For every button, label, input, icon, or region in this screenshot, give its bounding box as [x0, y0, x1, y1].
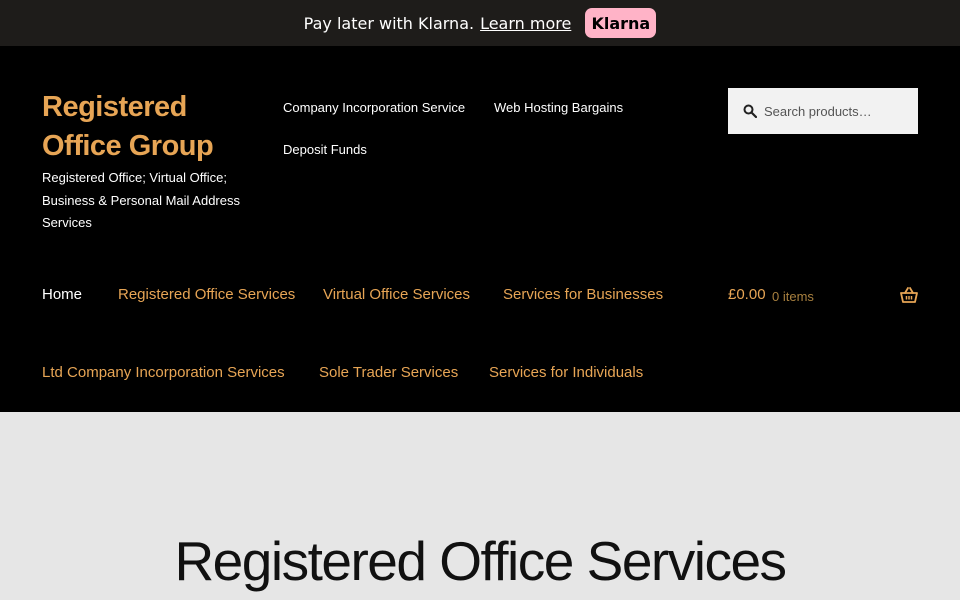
search-icon [743, 104, 757, 118]
product-search [728, 88, 918, 134]
secondary-nav-deposit-funds[interactable]: Deposit Funds [283, 142, 367, 157]
nav-registered-office-services[interactable]: Registered Office Services [118, 286, 295, 303]
nav-home[interactable]: Home [42, 286, 82, 303]
klarna-message: Pay later with Klarna. [303, 13, 475, 33]
search-input[interactable] [764, 103, 914, 119]
page-hero: Registered Office Services [0, 412, 960, 600]
klarna-logo: Klarna [585, 8, 657, 38]
nav-services-for-individuals[interactable]: Services for Individuals [489, 364, 643, 381]
nav-virtual-office-services[interactable]: Virtual Office Services [323, 286, 470, 303]
site-header: Registered Office Group Registered Offic… [0, 46, 960, 412]
site-description: Registered Office; Virtual Office; Busin… [42, 170, 240, 230]
klarna-learn-more-link[interactable]: Learn more [480, 14, 571, 33]
cart-item-count: 0 items [772, 289, 814, 304]
secondary-nav-company-incorporation[interactable]: Company Incorporation Service [283, 100, 465, 115]
page-title: Registered Office Services [174, 530, 787, 592]
nav-ltd-company-incorporation[interactable]: Ltd Company Incorporation Services [42, 364, 285, 381]
nav-sole-trader-services[interactable]: Sole Trader Services [319, 364, 458, 381]
site-title[interactable]: Registered Office Group [42, 88, 242, 166]
nav-services-for-businesses[interactable]: Services for Businesses [503, 286, 663, 303]
cart-amount: £0.00 [728, 286, 766, 303]
klarna-banner: Pay later with Klarna. Learn more Klarna [0, 0, 960, 46]
header-cart[interactable]: £0.00 0 items [728, 286, 918, 306]
basket-icon[interactable] [900, 287, 918, 303]
secondary-nav-web-hosting[interactable]: Web Hosting Bargains [494, 100, 623, 115]
